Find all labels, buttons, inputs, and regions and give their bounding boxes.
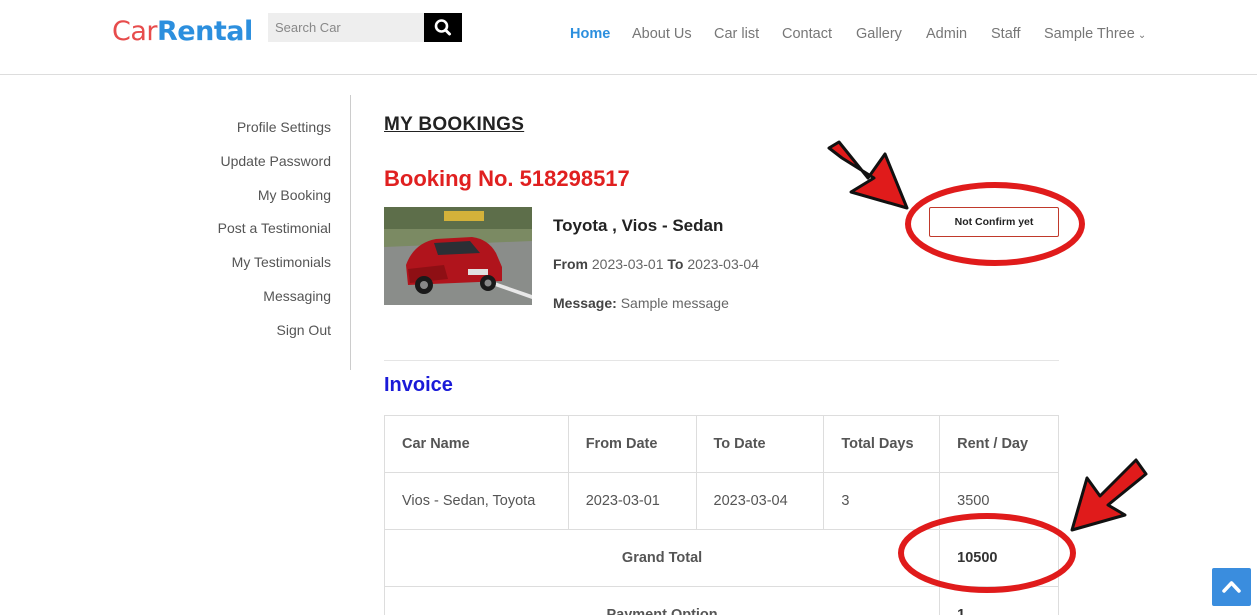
column-header: Total Days [823, 415, 941, 473]
sidebar-item-messaging[interactable]: Messaging [263, 288, 331, 304]
main-nav: Home About Us Car list Contact Gallery A… [0, 26, 1257, 46]
table-cell: 2023-03-01 [567, 472, 697, 530]
booking-status-button[interactable]: Not Confirm yet [929, 207, 1059, 237]
grand-total-value: 10500 [939, 529, 1059, 587]
sidebar-item-update-password[interactable]: Update Password [220, 153, 331, 169]
nav-contact[interactable]: Contact [782, 26, 832, 42]
nav-sample-three[interactable]: Sample Three ⌄ [1044, 26, 1146, 42]
table-cell: 2023-03-04 [695, 472, 825, 530]
column-header: Rent / Day [939, 415, 1059, 473]
invoice-title: Invoice [384, 374, 453, 396]
grand-total-row: Grand Total 10500 [383, 529, 1059, 587]
table-header-row: Car Name From Date To Date Total Days Re… [384, 415, 1059, 473]
sidebar-item-sign-out[interactable]: Sign Out [277, 322, 331, 338]
nav-car-list[interactable]: Car list [714, 26, 759, 42]
sidebar-item-post-testimonial[interactable]: Post a Testimonial [218, 220, 331, 236]
column-header: Car Name [384, 415, 569, 473]
table-row: Vios - Sedan, Toyota 2023-03-01 2023-03-… [384, 472, 1059, 530]
car-name: Toyota , Vios - Sedan [553, 216, 724, 235]
nav-home[interactable]: Home [570, 26, 610, 42]
nav-about-us[interactable]: About Us [632, 26, 692, 42]
payment-option-value: 1 [939, 586, 1059, 615]
car-image [384, 207, 532, 305]
page-title: MY BOOKINGS [384, 114, 525, 135]
grand-total-label: Grand Total [383, 529, 941, 587]
scroll-to-top-button[interactable] [1212, 568, 1251, 606]
column-header: From Date [567, 415, 697, 473]
red-arrow-icon [1070, 458, 1148, 532]
chevron-up-icon [1222, 581, 1241, 593]
table-cell: 3 [823, 472, 941, 530]
booking-dates: From 2023-03-01 To 2023-03-04 [553, 256, 759, 272]
booking-message: Message: Sample message [553, 295, 729, 311]
payment-row: Payment Option 1 [383, 586, 1059, 615]
nav-admin[interactable]: Admin [926, 26, 967, 42]
table-cell: 3500 [939, 472, 1059, 530]
booking-number: Booking No. 518298517 [384, 166, 630, 191]
red-arrow-icon [827, 140, 909, 210]
payment-option-label: Payment Option [383, 586, 941, 615]
chevron-down-icon: ⌄ [1137, 30, 1147, 41]
divider [384, 360, 1059, 361]
table-cell: Vios - Sedan, Toyota [384, 472, 569, 530]
site-header: CarRental Home About Us Car list Contact… [0, 0, 1257, 75]
invoice-table: Car Name From Date To Date Total Days Re… [383, 415, 1059, 615]
nav-gallery[interactable]: Gallery [856, 26, 902, 42]
sidebar-item-profile-settings[interactable]: Profile Settings [237, 119, 331, 135]
nav-staff[interactable]: Staff [991, 26, 1021, 42]
sidebar-item-my-booking[interactable]: My Booking [258, 187, 331, 203]
sidebar-item-my-testimonials[interactable]: My Testimonials [232, 254, 331, 270]
column-header: To Date [695, 415, 825, 473]
account-sidebar: Profile Settings Update Password My Book… [150, 95, 351, 370]
